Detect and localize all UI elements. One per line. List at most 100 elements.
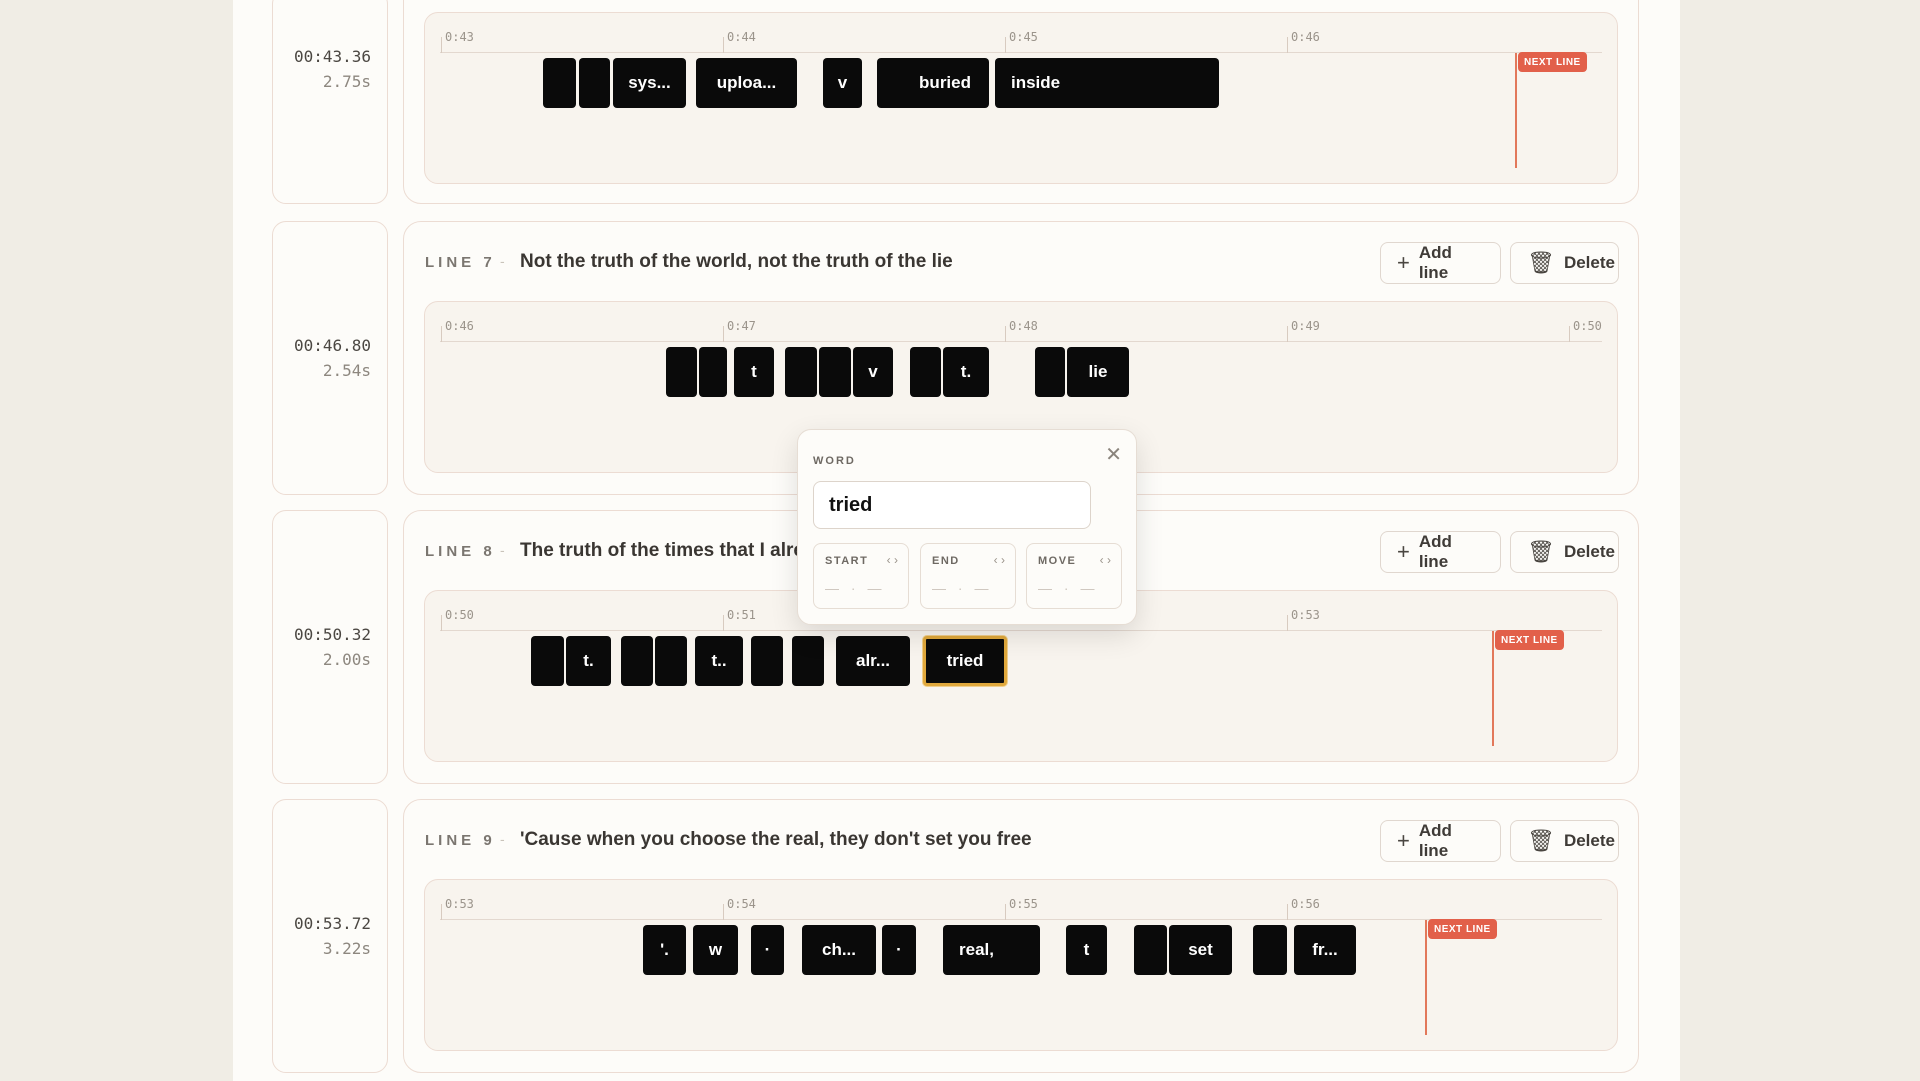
word-block[interactable]: alr...: [836, 636, 910, 686]
timeline-tick: [441, 326, 442, 342]
delete-label: Delete: [1563, 831, 1615, 850]
delete-label: Delete: [1563, 542, 1615, 561]
line-card: 0:43 0:44 0:45 0:46 sys... uploa... v bu…: [403, 0, 1639, 204]
line-number-label: LINE 8: [425, 543, 496, 560]
word-block[interactable]: ·: [751, 925, 784, 975]
timeline-tick: [441, 37, 442, 53]
word-text-input[interactable]: [813, 481, 1091, 529]
line-duration: 2.54s: [322, 361, 371, 380]
word-block[interactable]: [910, 347, 941, 397]
word-block[interactable]: [792, 636, 824, 686]
delete-line-button[interactable]: 🗑 Delete: [1510, 242, 1619, 284]
word-block[interactable]: sys...: [613, 58, 686, 108]
end-time-control[interactable]: END ‹ › — · —: [920, 543, 1016, 609]
line-time-gutter: 00:46.80 2.54s: [272, 221, 388, 495]
word-block[interactable]: buried: [877, 58, 989, 108]
tick-label: 0:50: [445, 608, 474, 622]
word-block[interactable]: [531, 636, 564, 686]
timeline-tick: [723, 326, 724, 342]
word-block[interactable]: [666, 347, 697, 397]
word-block[interactable]: [751, 636, 783, 686]
tick-label: 0:54: [727, 897, 756, 911]
line-card: LINE 9 - 'Cause when you choose the real…: [403, 799, 1639, 1073]
word-block[interactable]: ch...: [802, 925, 876, 975]
word-block[interactable]: w: [693, 925, 738, 975]
timeline-axis: [440, 630, 1602, 631]
word-block[interactable]: [543, 58, 576, 108]
word-block[interactable]: v: [853, 347, 893, 397]
next-line-marker: [1515, 53, 1517, 168]
word-block[interactable]: [1035, 347, 1065, 397]
timeline-tick: [1287, 615, 1288, 631]
word-block[interactable]: fr...: [1294, 925, 1356, 975]
plus-icon: +: [1397, 250, 1410, 275]
next-line-badge: NEXT LINE: [1518, 52, 1587, 72]
popover-title: WORD: [813, 455, 856, 467]
timeline-axis: [440, 341, 1602, 342]
word-block[interactable]: v: [823, 58, 862, 108]
timeline-tick: [1005, 37, 1006, 53]
tick-label: 0:48: [1009, 319, 1038, 333]
next-line-marker: [1425, 920, 1427, 1035]
word-block[interactable]: [655, 636, 687, 686]
word-block[interactable]: [621, 636, 653, 686]
word-block[interactable]: t..: [695, 636, 743, 686]
tick-label: 0:55: [1009, 897, 1038, 911]
line-label-separator: -: [500, 253, 505, 269]
line-start-time: 00:53.72: [293, 914, 371, 933]
word-block[interactable]: t.: [566, 636, 611, 686]
word-block[interactable]: [1253, 925, 1287, 975]
nudge-arrows-icon[interactable]: ‹ ›: [994, 553, 1005, 567]
add-line-button[interactable]: + Add line: [1380, 531, 1501, 573]
word-block[interactable]: [785, 347, 817, 397]
add-line-label: Add line: [1418, 532, 1452, 571]
add-line-button[interactable]: + Add line: [1380, 242, 1501, 284]
line-lyric-text[interactable]: The truth of the times that I alrea: [520, 540, 815, 562]
start-time-control[interactable]: START ‹ › — · —: [813, 543, 909, 609]
timeline-tick: [1287, 326, 1288, 342]
tick-label: 0:43: [445, 30, 474, 44]
word-timeline[interactable]: 0:53 0:54 0:55 0:56 '. w · ch... · real,…: [424, 879, 1618, 1051]
timeline-tick: [1005, 904, 1006, 920]
word-block[interactable]: inside: [995, 58, 1219, 108]
plus-icon: +: [1397, 539, 1410, 564]
word-block-selected[interactable]: tried: [923, 636, 1007, 686]
word-block[interactable]: lie: [1067, 347, 1129, 397]
plus-icon: +: [1397, 828, 1410, 853]
delete-line-button[interactable]: 🗑 Delete: [1510, 531, 1619, 573]
add-line-button[interactable]: + Add line: [1380, 820, 1501, 862]
word-timeline[interactable]: 0:43 0:44 0:45 0:46 sys... uploa... v bu…: [424, 12, 1618, 184]
tick-label: 0:45: [1009, 30, 1038, 44]
line-time-gutter: 00:53.72 3.22s: [272, 799, 388, 1073]
word-block[interactable]: uploa...: [696, 58, 797, 108]
line-time-gutter: 00:50.32 2.00s: [272, 510, 388, 784]
word-block[interactable]: t.: [943, 347, 989, 397]
trash-icon: 🗑: [1527, 539, 1555, 564]
word-block[interactable]: [819, 347, 851, 397]
next-line-badge: NEXT LINE: [1428, 919, 1497, 939]
nudge-arrows-icon[interactable]: ‹ ›: [1100, 553, 1111, 567]
word-block[interactable]: real,: [943, 925, 1040, 975]
word-block[interactable]: t: [734, 347, 774, 397]
line-lyric-text[interactable]: 'Cause when you choose the real, they do…: [520, 829, 1032, 851]
move-control[interactable]: MOVE ‹ › — · —: [1026, 543, 1122, 609]
tick-label: 0:49: [1291, 319, 1320, 333]
line-lyric-text[interactable]: Not the truth of the world, not the trut…: [520, 251, 953, 273]
start-label: START: [825, 555, 869, 567]
word-block[interactable]: [699, 347, 727, 397]
tick-label: 0:47: [727, 319, 756, 333]
tick-label: 0:50: [1573, 319, 1602, 333]
word-block[interactable]: '.: [643, 925, 686, 975]
delete-line-button[interactable]: 🗑 Delete: [1510, 820, 1619, 862]
word-block[interactable]: set: [1169, 925, 1232, 975]
word-block[interactable]: [1134, 925, 1167, 975]
word-block[interactable]: [579, 58, 610, 108]
start-value: — · —: [825, 580, 886, 596]
close-icon[interactable]: ✕: [1105, 442, 1122, 467]
nudge-arrows-icon[interactable]: ‹ ›: [887, 553, 898, 567]
tick-label: 0:53: [1291, 608, 1320, 622]
word-block[interactable]: t: [1066, 925, 1107, 975]
word-block[interactable]: ·: [882, 925, 916, 975]
next-line-badge: NEXT LINE: [1495, 630, 1564, 650]
timeline-tick: [723, 37, 724, 53]
